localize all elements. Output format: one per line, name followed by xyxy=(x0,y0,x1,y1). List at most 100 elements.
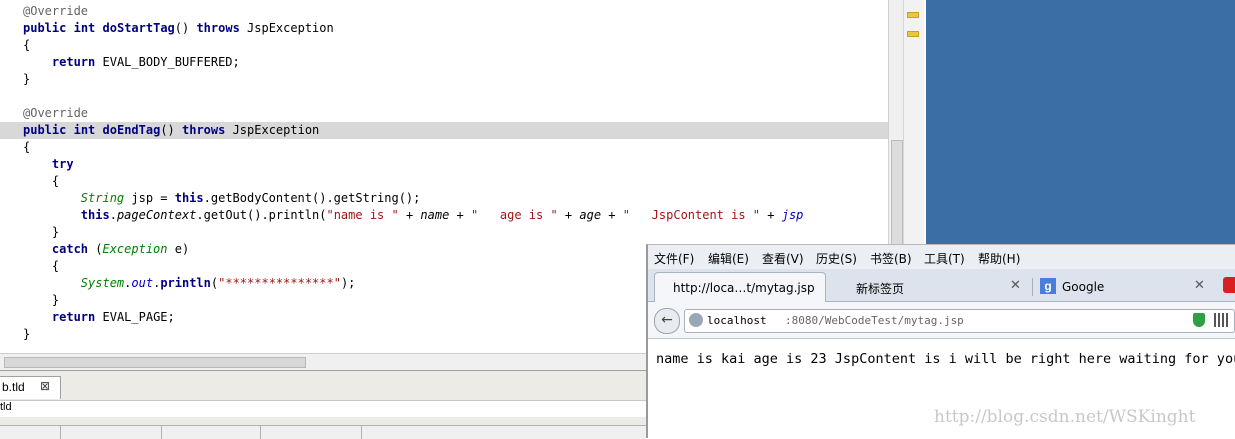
code-line[interactable]: this.pageContext.getOut().println("name … xyxy=(0,207,888,224)
code-token: "***************" xyxy=(218,276,341,290)
view-subheader-label: tld xyxy=(0,401,12,413)
code-token: " JspContent is " xyxy=(622,208,761,222)
view-tab-label: b.tld xyxy=(2,380,25,394)
table-column-header[interactable] xyxy=(261,426,362,439)
code-token: System xyxy=(80,276,125,290)
code-token: JspException xyxy=(239,21,334,35)
code-token: } xyxy=(23,72,31,86)
code-line[interactable]: { xyxy=(0,37,888,54)
menu-help[interactable]: 帮助(H) xyxy=(978,250,1020,267)
tab-new-tab[interactable]: 新标签页 ✕ xyxy=(848,272,1028,301)
code-token: + xyxy=(601,208,623,222)
code-token: + xyxy=(557,208,580,222)
code-line[interactable]: String jsp = this.getBodyContent().getSt… xyxy=(0,190,888,207)
ruler-marker[interactable] xyxy=(907,12,919,18)
page-body-text: name is kai age is 23 JspContent is i wi… xyxy=(656,351,1235,367)
menu-file[interactable]: 文件(F) xyxy=(654,250,694,267)
code-token: throws xyxy=(196,21,240,35)
code-token: + xyxy=(449,208,471,222)
watermark: http://blog.csdn.net/WSKinght xyxy=(934,407,1196,427)
code-token: JspException xyxy=(225,123,320,137)
code-token: EVAL_PAGE; xyxy=(95,310,175,324)
code-token: doStartTag xyxy=(102,21,175,35)
code-token: int xyxy=(73,123,96,137)
code-token: out xyxy=(131,276,154,290)
view-subheader: tld xyxy=(0,400,646,417)
code-token: () xyxy=(174,21,197,35)
menu-history[interactable]: 历史(S) xyxy=(816,250,857,267)
url-path: :8080/WebCodeTest/mytag.jsp xyxy=(785,314,964,327)
tab-label: http://loca…t/mytag.jsp xyxy=(673,281,815,295)
code-line[interactable]: public int doStartTag() throws JspExcept… xyxy=(0,20,888,37)
code-line[interactable]: @Override xyxy=(0,105,888,122)
qr-code-icon[interactable] xyxy=(1214,313,1228,327)
view-tab[interactable]: b.tld ⊠ xyxy=(0,376,61,399)
ruler-marker[interactable] xyxy=(907,31,919,37)
code-token: pageContext xyxy=(116,208,197,222)
code-line[interactable]: public int doEndTag() throws JspExceptio… xyxy=(0,122,888,139)
tab-strip: http://loca…t/mytag.jsp 新标签页 ✕ g Google … xyxy=(648,269,1235,302)
code-line[interactable]: try xyxy=(0,156,888,173)
globe-icon xyxy=(689,313,703,327)
shield-icon[interactable] xyxy=(1193,313,1205,327)
menu-tools[interactable]: 工具(T) xyxy=(924,250,965,267)
code-line[interactable]: } xyxy=(0,71,888,88)
code-token: .getOut().println( xyxy=(196,208,327,222)
addon-icon[interactable] xyxy=(1223,277,1235,293)
back-button[interactable]: ← xyxy=(654,308,680,334)
code-token: EVAL_BODY_BUFFERED; xyxy=(95,55,240,69)
code-line[interactable]: { xyxy=(0,173,888,190)
code-token: + xyxy=(760,208,782,222)
code-token: this xyxy=(80,208,110,222)
code-line[interactable]: return EVAL_BODY_BUFFERED; xyxy=(0,54,888,71)
code-token: println xyxy=(160,276,211,290)
code-token: this xyxy=(174,191,204,205)
code-token: " age is " xyxy=(471,208,558,222)
code-token: { xyxy=(23,174,60,188)
bottom-view-panel: b.tld ⊠ tld xyxy=(0,370,646,439)
url-bar[interactable]: localhost :8080/WebCodeTest/mytag.jsp xyxy=(684,309,1235,333)
code-token: ); xyxy=(340,276,356,290)
code-token: @Override xyxy=(23,4,89,18)
code-token: { xyxy=(23,38,31,52)
tab-mytag[interactable]: http://loca…t/mytag.jsp xyxy=(654,272,826,302)
menu-bar: 文件(F) 编辑(E) 查看(V) 历史(S) 书签(B) 工具(T) 帮助(H… xyxy=(648,245,1235,269)
code-token: name xyxy=(420,208,450,222)
code-token: { xyxy=(23,140,31,154)
table-column-header[interactable] xyxy=(162,426,261,439)
code-line[interactable]: { xyxy=(0,139,888,156)
code-token: int xyxy=(73,21,96,35)
close-icon[interactable]: ⊠ xyxy=(40,379,50,393)
close-icon[interactable]: ✕ xyxy=(1194,278,1205,293)
scrollbar-thumb[interactable] xyxy=(4,357,306,368)
code-token: .getBodyContent().getString(); xyxy=(203,191,421,205)
code-token: age xyxy=(579,208,602,222)
code-token: Exception xyxy=(102,242,168,256)
code-token: . xyxy=(109,208,117,222)
code-token: "name is " xyxy=(326,208,399,222)
tab-google[interactable]: g Google ✕ xyxy=(1040,272,1210,301)
close-icon[interactable]: ✕ xyxy=(1010,278,1021,293)
editor-horizontal-scrollbar[interactable] xyxy=(0,353,646,370)
code-line[interactable]: } xyxy=(0,224,888,241)
table-column-header[interactable] xyxy=(61,426,162,439)
menu-bookmarks[interactable]: 书签(B) xyxy=(870,250,912,267)
code-token: try xyxy=(51,157,74,171)
code-token: jsp = xyxy=(124,191,175,205)
menu-edit[interactable]: 编辑(E) xyxy=(708,250,749,267)
table-column-header[interactable] xyxy=(0,426,61,439)
menu-view[interactable]: 查看(V) xyxy=(762,250,804,267)
code-line[interactable] xyxy=(0,88,888,105)
navigation-bar: ← localhost :8080/WebCodeTest/mytag.jsp xyxy=(648,302,1235,339)
code-token: + xyxy=(398,208,421,222)
code-line[interactable]: @Override xyxy=(0,3,888,20)
code-token: { xyxy=(23,259,60,273)
